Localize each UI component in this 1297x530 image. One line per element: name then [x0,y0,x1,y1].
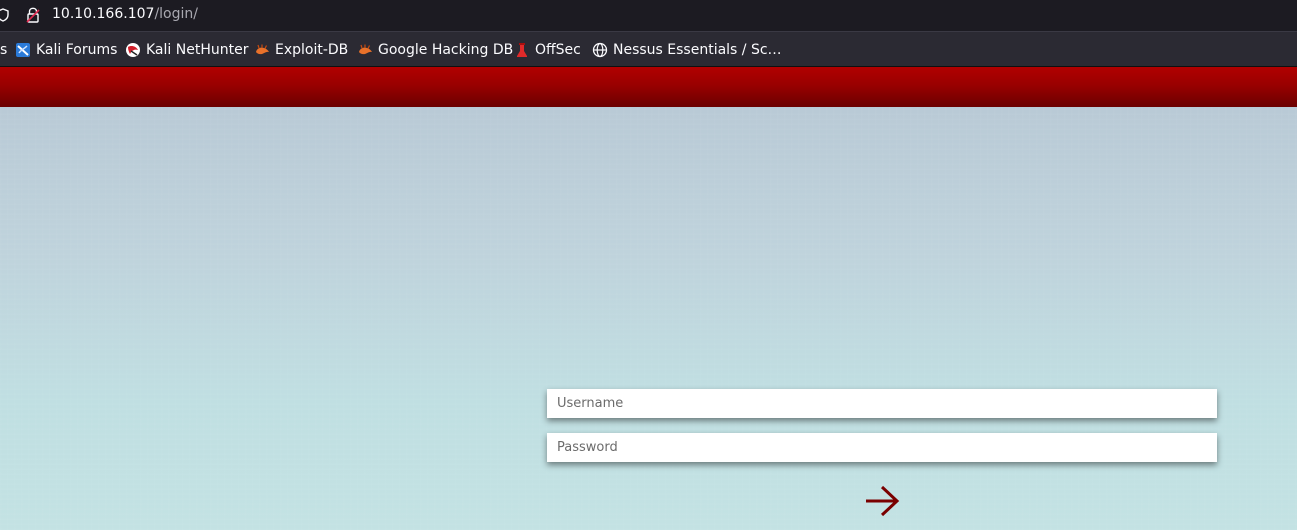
bookmark-label: Kali NetHunter [146,42,249,58]
url-host: 10.10.166.107 [52,6,155,22]
login-page-background [0,107,1297,530]
site-header-bar [0,67,1297,107]
bookmarks-toolbar: s Kali Forums Kali NetHunter Exploit-DB … [0,31,1297,67]
bookmark-label: OffSec [535,42,581,58]
browser-url-bar[interactable]: 10.10.166.107/login/ [0,0,1297,31]
bookmark-item-kali-nethunter[interactable]: Kali NetHunter [125,41,248,59]
bookmark-label: s [0,42,8,58]
bookmark-label: Nessus Essentials / Sc… [613,42,782,58]
url-text[interactable]: 10.10.166.107/login/ [52,6,198,22]
exploit-db-icon [256,44,269,55]
bookmark-item-kali-forums[interactable]: Kali Forums [15,41,117,59]
username-input[interactable] [547,389,1217,418]
password-input[interactable] [547,433,1217,462]
arrow-right-icon [866,485,900,517]
kali-forums-icon [16,43,30,57]
shield-icon[interactable] [0,8,10,22]
bookmark-label: Kali Forums [36,42,118,58]
kali-nethunter-icon [126,43,140,57]
url-path: /login/ [154,6,198,22]
exploit-db-icon [359,44,372,55]
bookmark-item-exploit-db[interactable]: Exploit-DB [254,41,348,59]
bookmark-item-offsec[interactable]: OffSec [514,41,581,59]
offsec-icon [517,43,527,57]
globe-icon [592,42,608,58]
login-submit-button[interactable] [862,484,902,518]
insecure-lock-icon[interactable] [26,7,40,23]
bookmark-item-partial[interactable]: s [0,41,7,59]
bookmark-item-google-hacking-db[interactable]: Google Hacking DB [357,41,513,59]
bookmark-label: Exploit-DB [275,42,349,58]
bookmark-label: Google Hacking DB [378,42,514,58]
bookmark-item-nessus[interactable]: Nessus Essentials / Sc… [592,41,782,59]
